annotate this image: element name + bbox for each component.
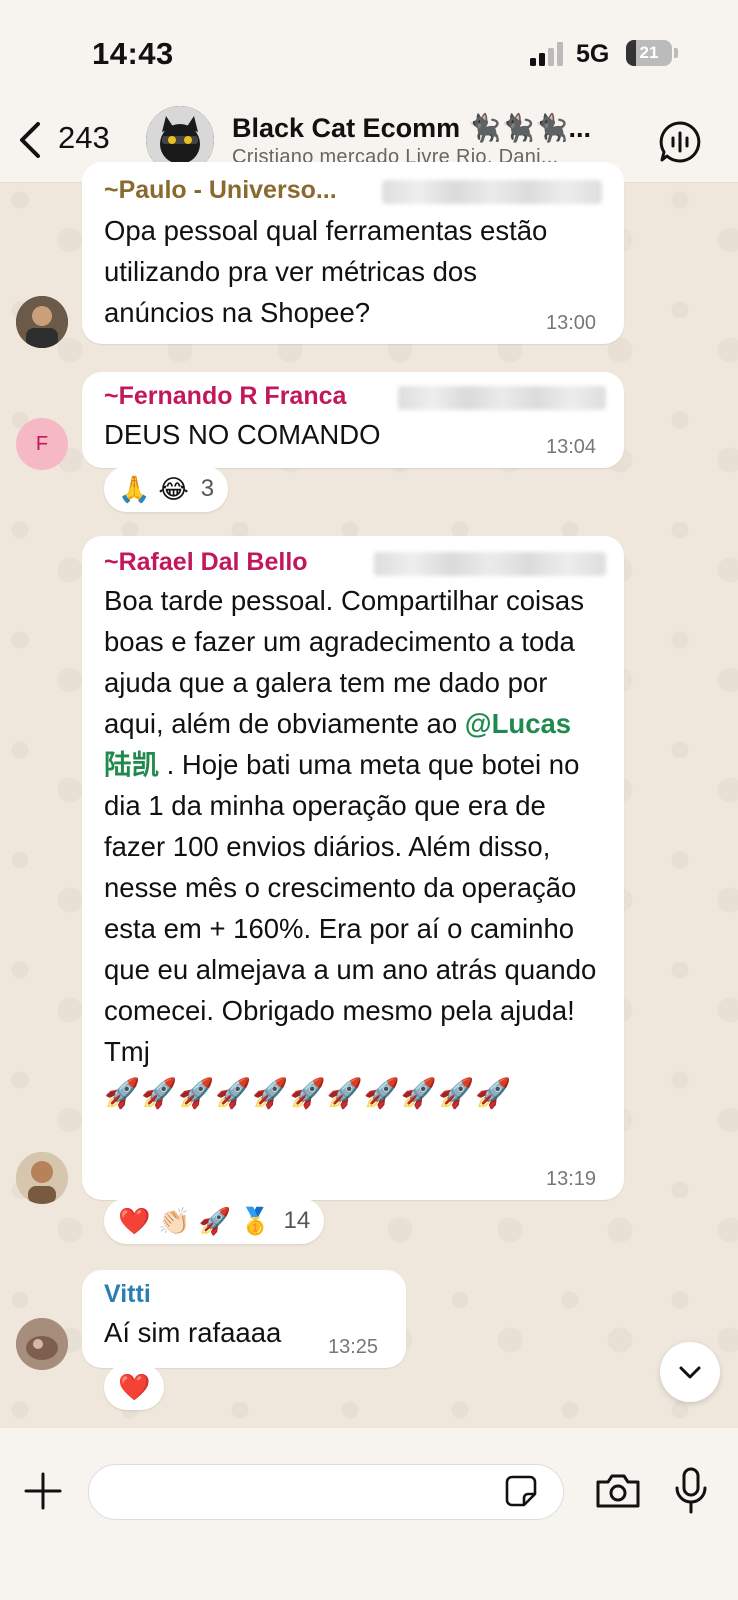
- composer-bar: [0, 1428, 738, 1600]
- message-sender[interactable]: Vitti: [104, 1280, 151, 1309]
- plus-icon[interactable]: [22, 1470, 64, 1512]
- reaction-emoji: ❤️: [118, 1205, 151, 1236]
- message-text: Boa tarde pessoal. Compartilhar coisas b…: [104, 580, 604, 1115]
- message-bubble[interactable]: Vitti Aí sim rafaaaa 13:25: [82, 1270, 406, 1368]
- battery-icon: 21: [626, 40, 672, 66]
- back-chevron-icon[interactable]: [16, 120, 46, 160]
- sender-avatar[interactable]: F: [16, 418, 68, 470]
- sticker-icon[interactable]: [504, 1474, 538, 1508]
- message-sender[interactable]: ~Paulo - Universo...: [104, 176, 337, 205]
- network-label: 5G: [576, 40, 610, 68]
- message-bubble[interactable]: ~Fernando R Franca DEUS NO COMANDO 13:04: [82, 372, 624, 468]
- voice-chat-icon[interactable]: [658, 120, 702, 164]
- signal-icon: [530, 42, 564, 66]
- message-text-part: . Hoje bati uma meta que botei no dia 1 …: [104, 749, 597, 1067]
- chevron-down-icon: [679, 1366, 701, 1379]
- message-bubble[interactable]: ~Paulo - Universo... Opa pessoal qual fe…: [82, 162, 624, 344]
- message-sender[interactable]: ~Fernando R Franca: [104, 382, 346, 411]
- reaction-emoji: 😂: [158, 473, 189, 504]
- microphone-icon[interactable]: [672, 1466, 710, 1516]
- reaction-emoji: ❤️: [118, 1371, 151, 1402]
- unread-count[interactable]: 243: [58, 120, 110, 156]
- camera-icon[interactable]: [594, 1472, 642, 1510]
- message-time: 13:19: [546, 1168, 597, 1190]
- status-time: 14:43: [92, 36, 174, 71]
- message-sender[interactable]: ~Rafael Dal Bello: [104, 548, 308, 577]
- reaction-count: 14: [283, 1207, 311, 1234]
- scroll-to-bottom-button[interactable]: [660, 1342, 720, 1402]
- reaction-bar[interactable]: ❤️: [104, 1364, 165, 1410]
- battery-level: 21: [639, 43, 659, 62]
- reaction-emoji: 🙏: [118, 473, 151, 504]
- reaction-emoji: 🥇: [239, 1205, 272, 1236]
- reaction-count: 3: [200, 475, 215, 502]
- status-bar: 14:43 5G 21: [0, 0, 738, 100]
- rocket-emojis: 🚀🚀🚀🚀🚀🚀🚀🚀🚀🚀🚀: [104, 1078, 513, 1110]
- avatar-letter: F: [35, 432, 49, 455]
- message-input[interactable]: [88, 1464, 564, 1520]
- sender-phone: [374, 552, 606, 576]
- sender-phone: [382, 180, 602, 204]
- message-bubble[interactable]: ~Rafael Dal Bello Boa tarde pessoal. Com…: [82, 536, 624, 1200]
- group-name[interactable]: Black Cat Ecomm 🐈‍⬛🐈‍⬛🐈‍⬛...: [232, 112, 591, 144]
- reaction-emoji: 👏🏻: [158, 1205, 191, 1236]
- message-time: 13:00: [546, 312, 597, 334]
- message-text: Opa pessoal qual ferramentas estão utili…: [104, 215, 548, 328]
- reaction-bar[interactable]: 🙏 😂 3: [104, 466, 229, 512]
- reaction-bar[interactable]: ❤️ 👏🏻 🚀 🥇 14: [104, 1198, 325, 1244]
- message-time: 13:04: [546, 436, 597, 458]
- reaction-emoji: 🚀: [198, 1205, 232, 1236]
- battery-tip: [674, 48, 678, 58]
- message-time: 13:25: [328, 1336, 379, 1358]
- sender-avatar[interactable]: [16, 1318, 68, 1370]
- message-text: DEUS NO COMANDO: [104, 419, 381, 450]
- sender-avatar[interactable]: [16, 296, 68, 348]
- message-text: Aí sim rafaaaa: [104, 1317, 282, 1348]
- sender-avatar[interactable]: [16, 1152, 68, 1204]
- sender-phone: [398, 386, 606, 410]
